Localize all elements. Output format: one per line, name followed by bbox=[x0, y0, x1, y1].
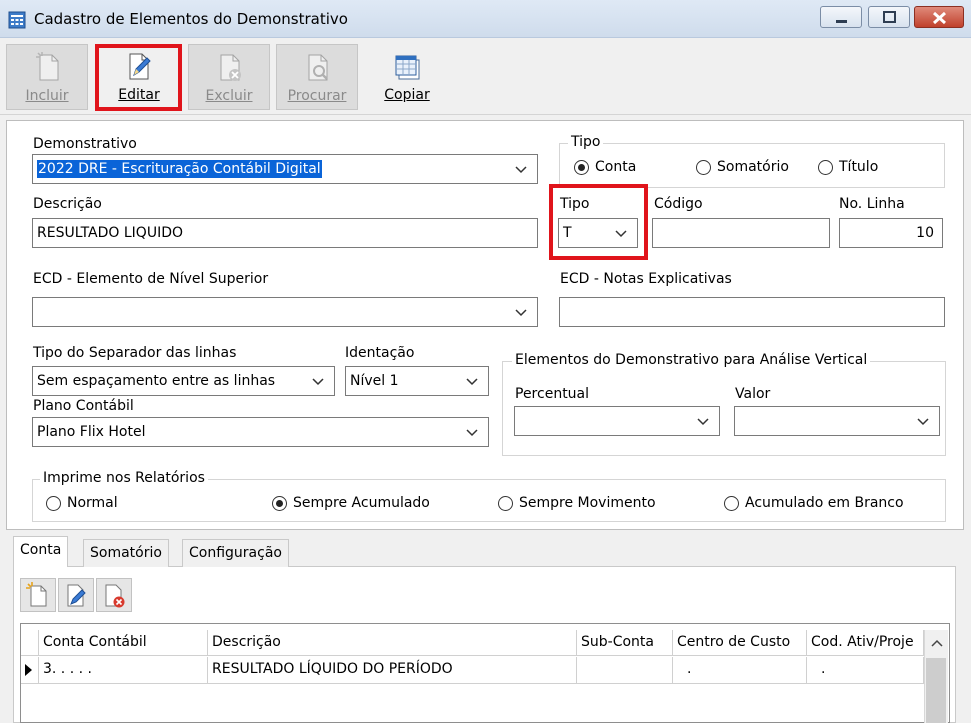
grid-delete-button[interactable] bbox=[96, 578, 132, 612]
tab-configuracao[interactable]: Configuração bbox=[182, 539, 289, 567]
chevron-down-icon bbox=[515, 166, 527, 174]
grid-add-button[interactable] bbox=[20, 578, 56, 612]
edit-document-icon bbox=[67, 584, 86, 607]
analise-group-label: Elementos do Demonstrativo para Análise … bbox=[512, 352, 871, 368]
table-row-conta[interactable]: 3. . . . . bbox=[39, 657, 208, 684]
grid-scroll-thumb[interactable] bbox=[926, 658, 946, 723]
table-row-subconta[interactable] bbox=[577, 657, 673, 684]
separador-label: Tipo do Separador das linhas bbox=[33, 345, 237, 361]
app-icon bbox=[8, 11, 26, 29]
no-linha-input[interactable]: 10 bbox=[839, 218, 943, 248]
maximize-button[interactable] bbox=[868, 6, 910, 28]
percentual-label: Percentual bbox=[515, 386, 590, 402]
ecd-notas-input[interactable] bbox=[559, 297, 945, 327]
procurar-label: Procurar bbox=[287, 88, 347, 104]
tipo-conta-radio[interactable] bbox=[574, 160, 589, 175]
grid-edit-button[interactable] bbox=[58, 578, 94, 612]
ecd-notas-label: ECD - Notas Explicativas bbox=[560, 271, 732, 287]
row-pointer-icon bbox=[25, 664, 32, 676]
table-row-descricao[interactable]: RESULTADO LÍQUIDO DO PERÍODO bbox=[208, 657, 577, 684]
incluir-button[interactable]: Incluir bbox=[6, 44, 88, 110]
imprime-sempre-movimento-label: Sempre Movimento bbox=[519, 495, 656, 511]
demonstrativo-label: Demonstrativo bbox=[33, 136, 137, 152]
tipo-conta-label: Conta bbox=[595, 159, 637, 175]
codigo-label: Código bbox=[654, 196, 703, 212]
delete-document-icon bbox=[105, 584, 125, 608]
demonstrativo-select[interactable]: 2022 DRE - Escrituração Contábil Digital bbox=[32, 154, 538, 184]
ecd-superior-select[interactable] bbox=[32, 297, 538, 327]
imprime-sempre-acumulado-radio[interactable] bbox=[272, 496, 287, 511]
copiar-label: Copiar bbox=[384, 87, 430, 103]
percentual-select[interactable] bbox=[514, 406, 720, 436]
delete-document-icon bbox=[220, 54, 241, 81]
grid-header-descricao[interactable]: Descrição bbox=[208, 630, 577, 656]
excluir-label: Excluir bbox=[205, 88, 253, 104]
imprime-normal-radio[interactable] bbox=[46, 496, 61, 511]
plano-label: Plano Contábil bbox=[33, 398, 134, 414]
table-row-centro-custo[interactable]: . bbox=[673, 657, 807, 684]
valor-select[interactable] bbox=[734, 406, 940, 436]
ecd-superior-label: ECD - Elemento de Nível Superior bbox=[33, 271, 269, 287]
chevron-down-icon bbox=[312, 378, 324, 386]
minimize-icon bbox=[836, 20, 847, 23]
chevron-down-icon bbox=[697, 418, 709, 426]
minimize-button[interactable] bbox=[820, 6, 862, 28]
tab-somatorio[interactable]: Somatório bbox=[83, 539, 169, 567]
grid-header-cod-ativ[interactable]: Cod. Ativ/Proje bbox=[807, 630, 924, 656]
tipo-group-label: Tipo bbox=[568, 134, 604, 150]
editar-highlight bbox=[95, 44, 182, 111]
grid-header-centro-custo[interactable]: Centro de Custo bbox=[673, 630, 807, 656]
identacao-label: Identação bbox=[345, 345, 415, 361]
tipo-titulo-label: Título bbox=[839, 159, 879, 175]
chevron-down-icon bbox=[515, 309, 527, 317]
search-document-icon bbox=[308, 54, 328, 81]
identacao-value: Nível 1 bbox=[350, 373, 399, 389]
chevron-down-icon bbox=[466, 429, 478, 437]
maximize-icon bbox=[883, 11, 896, 23]
new-document-icon bbox=[26, 582, 47, 607]
procurar-button[interactable]: Procurar bbox=[276, 44, 358, 110]
copy-table-icon bbox=[395, 55, 420, 80]
plano-select[interactable]: Plano Flix Hotel bbox=[32, 417, 489, 447]
valor-label: Valor bbox=[735, 386, 771, 402]
excluir-button[interactable]: Excluir bbox=[188, 44, 270, 110]
tipo-highlight bbox=[549, 184, 648, 260]
tipo-somatorio-label: Somatório bbox=[717, 159, 789, 175]
imprime-sempre-acumulado-label: Sempre Acumulado bbox=[293, 495, 430, 511]
plano-value: Plano Flix Hotel bbox=[37, 424, 146, 440]
imprime-sempre-movimento-radio[interactable] bbox=[498, 496, 513, 511]
tipo-titulo-radio[interactable] bbox=[818, 160, 833, 175]
identacao-select[interactable]: Nível 1 bbox=[345, 366, 489, 396]
imprime-acumulado-branco-label: Acumulado em Branco bbox=[745, 495, 904, 511]
chevron-down-icon bbox=[917, 418, 929, 426]
window-title: Cadastro de Elementos do Demonstrativo bbox=[34, 10, 348, 28]
new-document-icon bbox=[36, 52, 59, 81]
descricao-label: Descrição bbox=[33, 196, 102, 212]
close-button[interactable] bbox=[914, 6, 964, 28]
imprime-acumulado-branco-radio[interactable] bbox=[724, 496, 739, 511]
chevron-down-icon bbox=[466, 378, 478, 386]
row-indicator bbox=[21, 657, 39, 684]
table-row-cod-ativ[interactable]: . bbox=[807, 657, 924, 684]
no-linha-label: No. Linha bbox=[839, 196, 905, 212]
incluir-label: Incluir bbox=[25, 88, 69, 104]
chevron-up-icon bbox=[931, 639, 943, 647]
imprime-normal-label: Normal bbox=[67, 495, 118, 511]
descricao-input[interactable]: RESULTADO LIQUIDO bbox=[32, 218, 538, 248]
codigo-input[interactable] bbox=[652, 218, 830, 248]
copiar-button[interactable]: Copiar bbox=[366, 44, 448, 110]
tab-conta[interactable]: Conta bbox=[13, 536, 69, 567]
grid-header-conta[interactable]: Conta Contábil bbox=[39, 630, 208, 656]
tipo-somatorio-radio[interactable] bbox=[696, 160, 711, 175]
demonstrativo-value: 2022 DRE - Escrituração Contábil Digital bbox=[37, 160, 322, 178]
separador-value: Sem espaçamento entre as linhas bbox=[37, 373, 276, 389]
separador-select[interactable]: Sem espaçamento entre as linhas bbox=[32, 366, 335, 396]
grid-header-subconta[interactable]: Sub-Conta bbox=[577, 630, 673, 656]
grid-indicator-header bbox=[21, 630, 39, 656]
close-icon bbox=[932, 11, 947, 25]
imprime-group-label: Imprime nos Relatórios bbox=[40, 470, 208, 486]
